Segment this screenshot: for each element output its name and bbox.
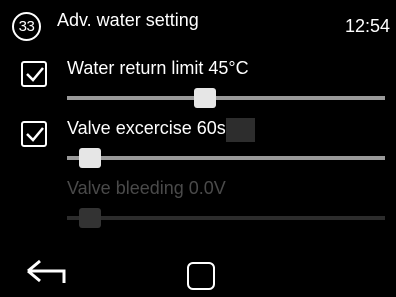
- menu-number: 33: [18, 18, 35, 35]
- checkmark-icon: [26, 127, 44, 142]
- valve-exercise-label: Valve excercise 60s: [67, 118, 226, 138]
- back-button[interactable]: [24, 253, 70, 285]
- water-return-limit-slider-thumb[interactable]: [194, 88, 216, 108]
- home-button[interactable]: [187, 262, 215, 290]
- page-title: Adv. water setting: [57, 10, 199, 30]
- checkmark-icon: [26, 67, 44, 82]
- water-return-limit-slider[interactable]: [67, 88, 385, 108]
- water-return-limit-checkbox[interactable]: [21, 61, 47, 87]
- back-arrow-icon: [27, 259, 66, 283]
- valve-bleeding-slider: [67, 208, 385, 228]
- menu-number-badge: 33: [12, 12, 41, 41]
- valve-bleeding-slider-thumb: [79, 208, 101, 228]
- valve-bleeding-label: Valve bleeding 0.0V: [67, 178, 226, 198]
- valve-exercise-slider[interactable]: [67, 148, 385, 168]
- water-return-limit-label: Water return limit 45°C: [67, 58, 249, 78]
- text-cursor-highlight: [226, 118, 255, 142]
- valve-exercise-checkbox[interactable]: [21, 121, 47, 147]
- clock-time: 12:54: [344, 16, 390, 36]
- valve-exercise-slider-thumb[interactable]: [79, 148, 101, 168]
